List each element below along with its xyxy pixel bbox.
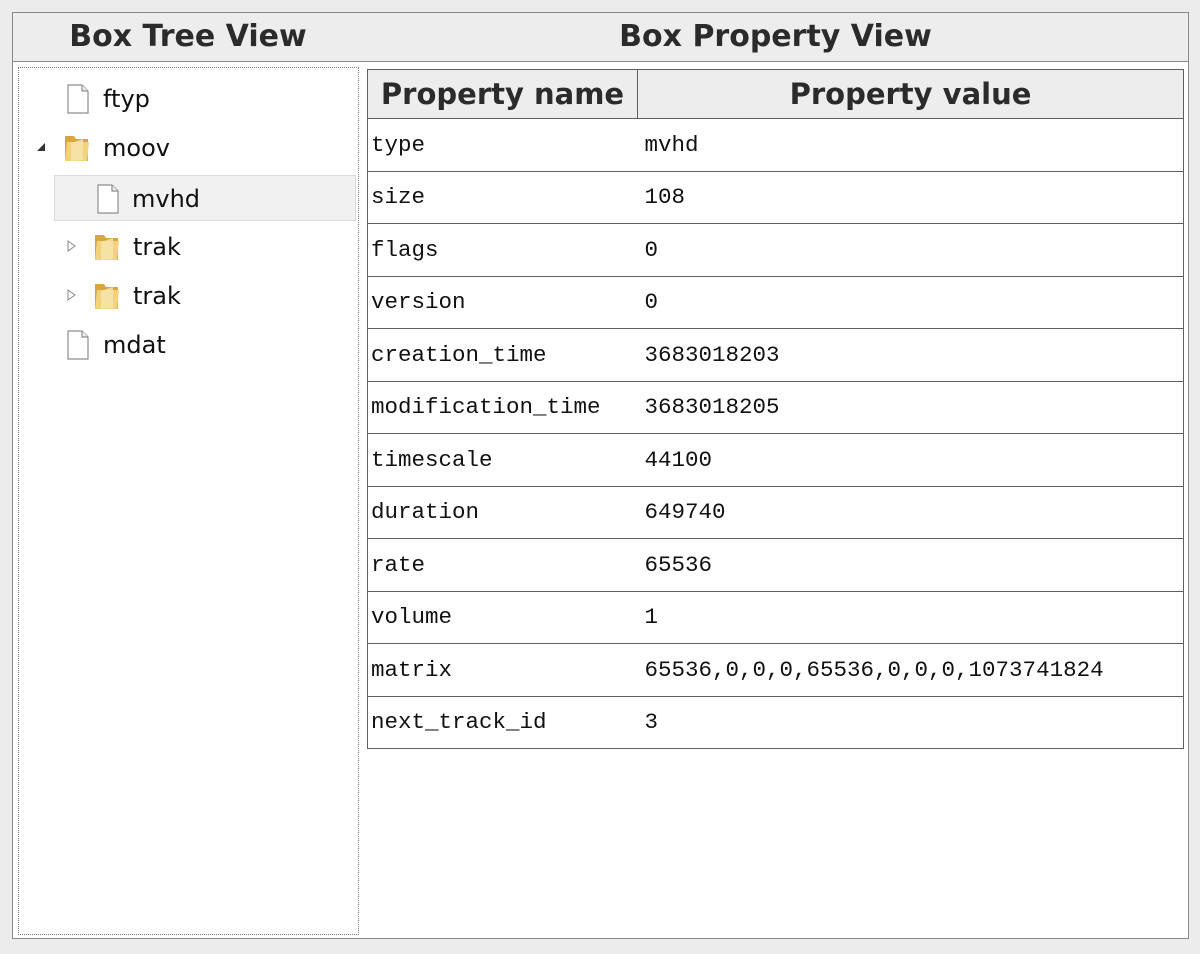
table-row[interactable]: timescale 44100 <box>367 433 1184 487</box>
collapsed-arrow-icon[interactable] <box>65 287 77 303</box>
property-name-cell: volume <box>367 590 638 644</box>
expanded-arrow-icon[interactable] <box>35 139 47 155</box>
column-header-property-value[interactable]: Property value <box>637 69 1184 119</box>
table-row[interactable]: modification_time 3683018205 <box>367 380 1184 434</box>
property-value-cell: 65536 <box>637 538 1184 592</box>
property-value-cell: 65536,0,0,0,65536,0,0,0,1073741824 <box>637 643 1184 697</box>
property-value-cell: 44100 <box>637 433 1184 487</box>
property-name-cell: modification_time <box>367 380 638 434</box>
tree-item-moov[interactable]: moov <box>23 125 353 171</box>
table-row[interactable]: rate 65536 <box>367 538 1184 592</box>
column-header-property-name[interactable]: Property name <box>367 69 638 119</box>
tree-item-label: ftyp <box>103 85 150 113</box>
property-value-cell: 108 <box>637 170 1184 224</box>
property-value-cell: 0 <box>637 223 1184 277</box>
property-name-cell: next_track_id <box>367 695 638 749</box>
property-value-cell: 3683018205 <box>637 380 1184 434</box>
table-row[interactable]: next_track_id 3 <box>367 695 1184 749</box>
box-property-view-title: Box Property View <box>619 19 932 54</box>
box-tree-panel[interactable]: ftyp moov mvhd trak trak mdat <box>18 67 359 935</box>
property-name-cell: version <box>367 275 638 329</box>
property-table-container: Property name Property value type mvhd s… <box>367 69 1184 749</box>
table-row[interactable]: volume 1 <box>367 590 1184 644</box>
property-name-cell: size <box>367 170 638 224</box>
property-name-cell: flags <box>367 223 638 277</box>
main-window: Box Tree View Box Property View ftyp moo… <box>12 12 1189 939</box>
table-row[interactable]: duration 649740 <box>367 485 1184 539</box>
table-row[interactable]: matrix 65536,0,0,0,65536,0,0,0,107374182… <box>367 643 1184 697</box>
table-row[interactable]: version 0 <box>367 275 1184 329</box>
property-value-cell: 0 <box>637 275 1184 329</box>
tree-item-label: mvhd <box>132 185 201 213</box>
property-value-cell: 1 <box>637 590 1184 644</box>
tree-item-mvhd[interactable]: mvhd <box>54 175 356 221</box>
property-value-cell: mvhd <box>637 118 1184 172</box>
property-value-cell: 3683018203 <box>637 328 1184 382</box>
file-icon <box>95 184 121 214</box>
property-value-cell: 649740 <box>637 485 1184 539</box>
file-icon <box>65 84 91 114</box>
property-name-cell: type <box>367 118 638 172</box>
table-row[interactable]: type mvhd <box>367 118 1184 172</box>
panel-header-bar: Box Tree View Box Property View <box>13 13 1188 62</box>
folder-icon <box>93 232 119 262</box>
tree-item-label: moov <box>103 134 170 162</box>
file-icon <box>65 330 91 360</box>
table-row[interactable]: creation_time 3683018203 <box>367 328 1184 382</box>
property-name-cell: creation_time <box>367 328 638 382</box>
table-row[interactable]: flags 0 <box>367 223 1184 277</box>
property-name-cell: duration <box>367 485 638 539</box>
property-name-cell: rate <box>367 538 638 592</box>
property-table: Property name Property value type mvhd s… <box>367 69 1184 749</box>
box-tree-view-title: Box Tree View <box>69 19 307 54</box>
property-value-cell: 3 <box>637 695 1184 749</box>
tree-item-label: mdat <box>103 331 166 359</box>
property-name-cell: matrix <box>367 643 638 697</box>
folder-icon <box>63 133 89 163</box>
property-table-header-row: Property name Property value <box>367 69 1184 119</box>
tree-item-label: trak <box>133 233 181 261</box>
folder-icon <box>93 281 119 311</box>
tree-item-trak[interactable]: trak <box>53 273 353 319</box>
tree-item-mdat[interactable]: mdat <box>23 322 353 368</box>
tree-item-label: trak <box>133 282 181 310</box>
tree-item-ftyp[interactable]: ftyp <box>23 76 353 122</box>
table-row[interactable]: size 108 <box>367 170 1184 224</box>
tree-item-trak[interactable]: trak <box>53 224 353 270</box>
collapsed-arrow-icon[interactable] <box>65 238 77 254</box>
property-name-cell: timescale <box>367 433 638 487</box>
